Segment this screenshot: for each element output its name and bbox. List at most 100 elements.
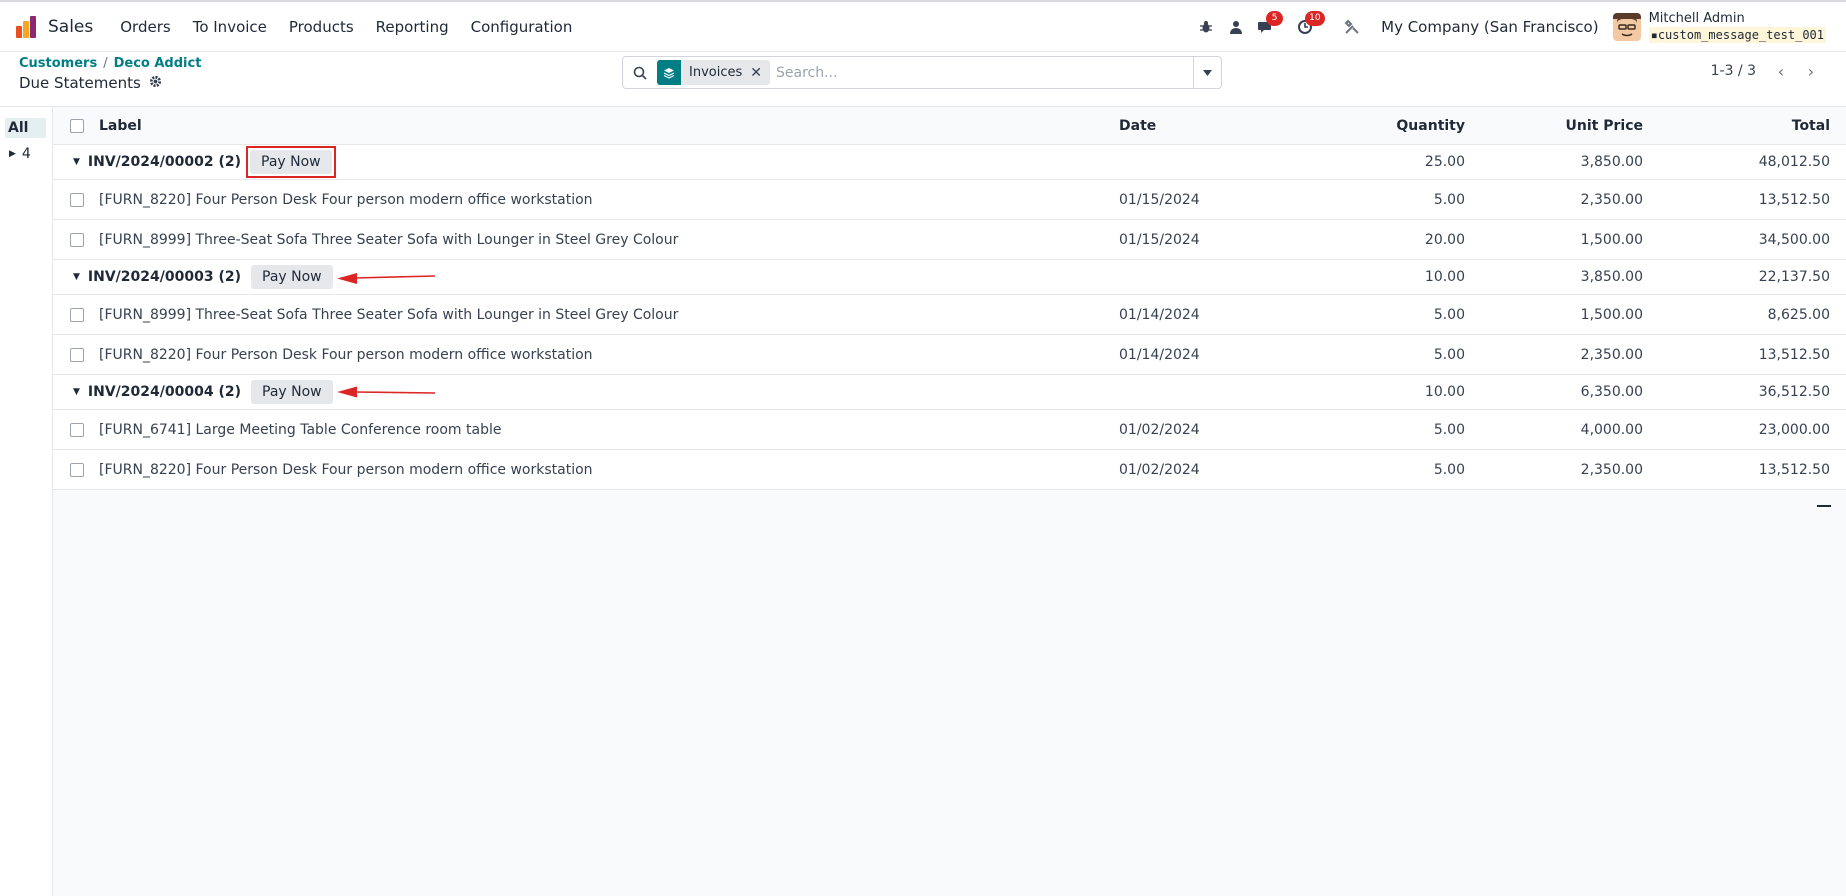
row-total: 34,500.00: [1758, 231, 1830, 248]
row-select-cell: [70, 410, 84, 449]
row-select-cell: [70, 335, 84, 374]
row-select-cell: [70, 450, 84, 489]
gear-icon[interactable]: [149, 75, 162, 92]
row-checkbox[interactable]: [70, 462, 84, 477]
row-unit-price: 1,500.00: [1580, 306, 1643, 323]
group-total: 36,512.50: [1758, 384, 1830, 400]
row-date: 01/14/2024: [1119, 306, 1200, 323]
messages-badge: 5: [1266, 10, 1284, 26]
table-row[interactable]: [FURN_8220] Four Person Desk Four person…: [53, 450, 1846, 490]
pager: 1-3 / 3 ‹ ›: [1711, 60, 1826, 82]
menu-configuration[interactable]: Configuration: [460, 18, 584, 36]
debug-bug-icon[interactable]: [1196, 17, 1216, 37]
pager-value[interactable]: 1-3 / 3: [1711, 63, 1756, 79]
table-header: Label Date Quantity Unit Price Total: [53, 107, 1846, 145]
menu-to-invoice[interactable]: To Invoice: [182, 18, 278, 36]
page-title: Due Statements: [19, 74, 162, 92]
facet-remove-icon[interactable]: ✕: [750, 65, 770, 81]
page-title-text: Due Statements: [19, 74, 141, 92]
facet-label: Invoices: [689, 65, 743, 80]
annotation-arrow-icon: [336, 386, 435, 398]
table-row[interactable]: [FURN_8999] Three-Seat Sofa Three Seater…: [53, 220, 1846, 260]
group-name-text: INV/2024/00004 (2): [87, 384, 241, 400]
select-all-cell: [70, 107, 84, 144]
control-panel: Customers / Deco Addict Due Statements Inv…: [0, 52, 1846, 107]
row-total: 8,625.00: [1767, 306, 1830, 323]
caret-down-icon: ▼: [73, 272, 80, 282]
highlight-box: Pay Now: [246, 146, 336, 178]
database-name: ▪custom_message_test_001: [1648, 26, 1826, 43]
caret-down-icon: ▼: [73, 387, 80, 397]
row-unit-price: 2,350.00: [1580, 461, 1643, 478]
database-icon: ▪: [1650, 27, 1658, 42]
pager-next-icon[interactable]: ›: [1796, 60, 1826, 82]
row-label: [FURN_8999] Three-Seat Sofa Three Seater…: [99, 306, 679, 323]
menu-orders[interactable]: Orders: [109, 18, 181, 36]
row-date: 01/14/2024: [1119, 346, 1200, 363]
search-icon[interactable]: [623, 66, 657, 80]
menu-products[interactable]: Products: [278, 18, 365, 36]
pay-now-button[interactable]: Pay Now: [251, 380, 333, 404]
table-row[interactable]: [FURN_8999] Three-Seat Sofa Three Seater…: [53, 295, 1846, 335]
select-all-checkbox[interactable]: [70, 118, 84, 133]
activities-badge: 10: [1305, 10, 1325, 26]
table-row[interactable]: [FURN_8220] Four Person Desk Four person…: [53, 180, 1846, 220]
group-name-cell: ▼ INV/2024/00003 (2) Pay Now: [73, 260, 435, 294]
company-switcher[interactable]: My Company (San Francisco): [1381, 18, 1598, 36]
side-panel: All ▶ 4: [0, 107, 53, 896]
user-avatar[interactable]: [1612, 12, 1641, 41]
row-checkbox[interactable]: [70, 347, 84, 362]
row-checkbox[interactable]: [70, 307, 84, 322]
messages-icon[interactable]: 5: [1256, 10, 1284, 37]
header-label[interactable]: Label: [99, 107, 142, 144]
row-total: 13,512.50: [1758, 461, 1830, 478]
breadcrumb-deco-addict[interactable]: Deco Addict: [114, 56, 202, 71]
user-name[interactable]: Mitchell Admin: [1649, 11, 1826, 27]
activities-clock-icon[interactable]: 10: [1295, 10, 1325, 37]
row-checkbox[interactable]: [70, 232, 84, 247]
header-date[interactable]: Date: [1119, 107, 1156, 144]
group-row[interactable]: ▼ INV/2024/00004 (2) Pay Now 10.00 6,350.…: [53, 375, 1846, 410]
group-name: ▼ INV/2024/00003 (2): [73, 269, 241, 285]
search-input[interactable]: [776, 58, 1193, 87]
row-label: [FURN_8999] Three-Seat Sofa Three Seater…: [99, 231, 679, 248]
row-select-cell: [70, 295, 84, 334]
group-row[interactable]: ▼ INV/2024/00002 (2) Pay Now 25.00 3,850.…: [53, 145, 1846, 180]
row-label: [FURN_6741] Large Meeting Table Conferen…: [99, 421, 502, 438]
pager-previous-icon[interactable]: ‹: [1766, 60, 1796, 82]
sales-app-icon[interactable]: [14, 14, 40, 40]
menu-reporting[interactable]: Reporting: [365, 18, 460, 36]
group-name-cell: ▼ INV/2024/00002 (2) Pay Now: [73, 145, 336, 179]
header-unit-price[interactable]: Unit Price: [1493, 107, 1643, 144]
row-checkbox[interactable]: [70, 192, 84, 207]
minimize-dash-icon[interactable]: [1817, 505, 1831, 507]
row-label: [FURN_8220] Four Person Desk Four person…: [99, 461, 593, 478]
pay-now-button[interactable]: Pay Now: [250, 150, 332, 174]
side-panel-item-label: 4: [21, 146, 31, 162]
table-row[interactable]: [FURN_6741] Large Meeting Table Conferen…: [53, 410, 1846, 450]
group-row[interactable]: ▼ INV/2024/00003 (2) Pay Now 10.00 3,850.…: [53, 260, 1846, 295]
row-quantity: 20.00: [1424, 231, 1465, 248]
database-label: custom_message_test_001: [1657, 27, 1824, 42]
header-total[interactable]: Total: [1673, 107, 1830, 144]
table-row[interactable]: [FURN_8220] Four Person Desk Four person…: [53, 335, 1846, 375]
row-date: 01/02/2024: [1119, 461, 1200, 478]
list-table: Label Date Quantity Unit Price Total ▼ IN…: [53, 107, 1846, 490]
search-options-toggle[interactable]: [1193, 57, 1221, 88]
side-panel-all[interactable]: All: [5, 118, 46, 138]
app-name[interactable]: Sales: [48, 17, 93, 37]
header-quantity[interactable]: Quantity: [1303, 107, 1465, 144]
row-unit-price: 1,500.00: [1580, 231, 1643, 248]
row-date: 01/15/2024: [1119, 191, 1200, 208]
row-checkbox[interactable]: [70, 422, 84, 437]
pay-now-button[interactable]: Pay Now: [251, 265, 333, 289]
row-date: 01/02/2024: [1119, 421, 1200, 438]
user-switch-icon[interactable]: [1226, 17, 1246, 37]
breadcrumb-customers[interactable]: Customers: [19, 56, 97, 71]
group-name: ▼ INV/2024/00004 (2): [73, 384, 241, 400]
annotation-arrow-icon: [336, 273, 435, 284]
side-panel-item[interactable]: ▶ 4: [9, 146, 31, 162]
group-quantity: 10.00: [1424, 384, 1465, 400]
row-unit-price: 2,350.00: [1580, 346, 1643, 363]
tools-icon[interactable]: [1342, 17, 1362, 37]
